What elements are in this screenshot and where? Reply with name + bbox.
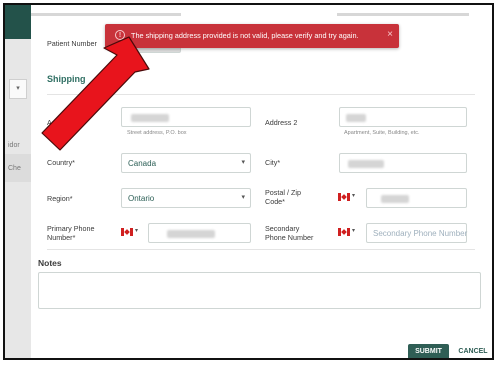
screenshot-frame: ▾ idor Che Patient Number Shipping Addre… xyxy=(3,3,494,360)
arrow-shape xyxy=(41,36,150,151)
annotation-arrow-icon xyxy=(41,36,150,151)
